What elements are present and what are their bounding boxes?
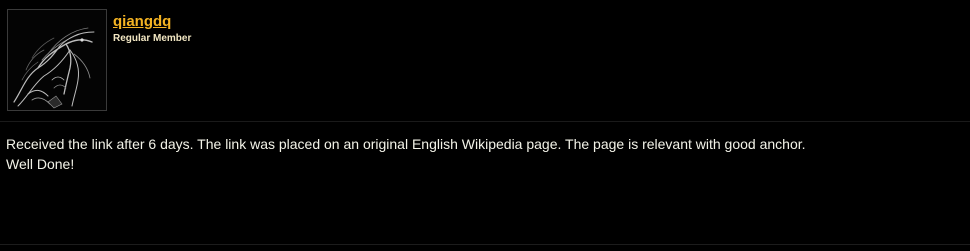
dragon-avatar-icon bbox=[8, 10, 106, 110]
post-text-line-2: Well Done! bbox=[6, 156, 75, 172]
user-avatar[interactable] bbox=[7, 9, 107, 111]
user-rank: Regular Member bbox=[113, 33, 192, 44]
post-footer-divider bbox=[0, 244, 970, 245]
post-text-line-1: Received the link after 6 days. The link… bbox=[6, 136, 806, 152]
user-info: qiangdq Regular Member bbox=[113, 13, 191, 45]
post-container: qiangdq Regular Member Received the link… bbox=[0, 0, 970, 251]
post-body: Received the link after 6 days. The link… bbox=[6, 134, 956, 174]
username-link[interactable]: qiangdq bbox=[113, 13, 171, 31]
post-header: qiangdq Regular Member bbox=[0, 0, 970, 121]
header-divider bbox=[0, 121, 970, 122]
